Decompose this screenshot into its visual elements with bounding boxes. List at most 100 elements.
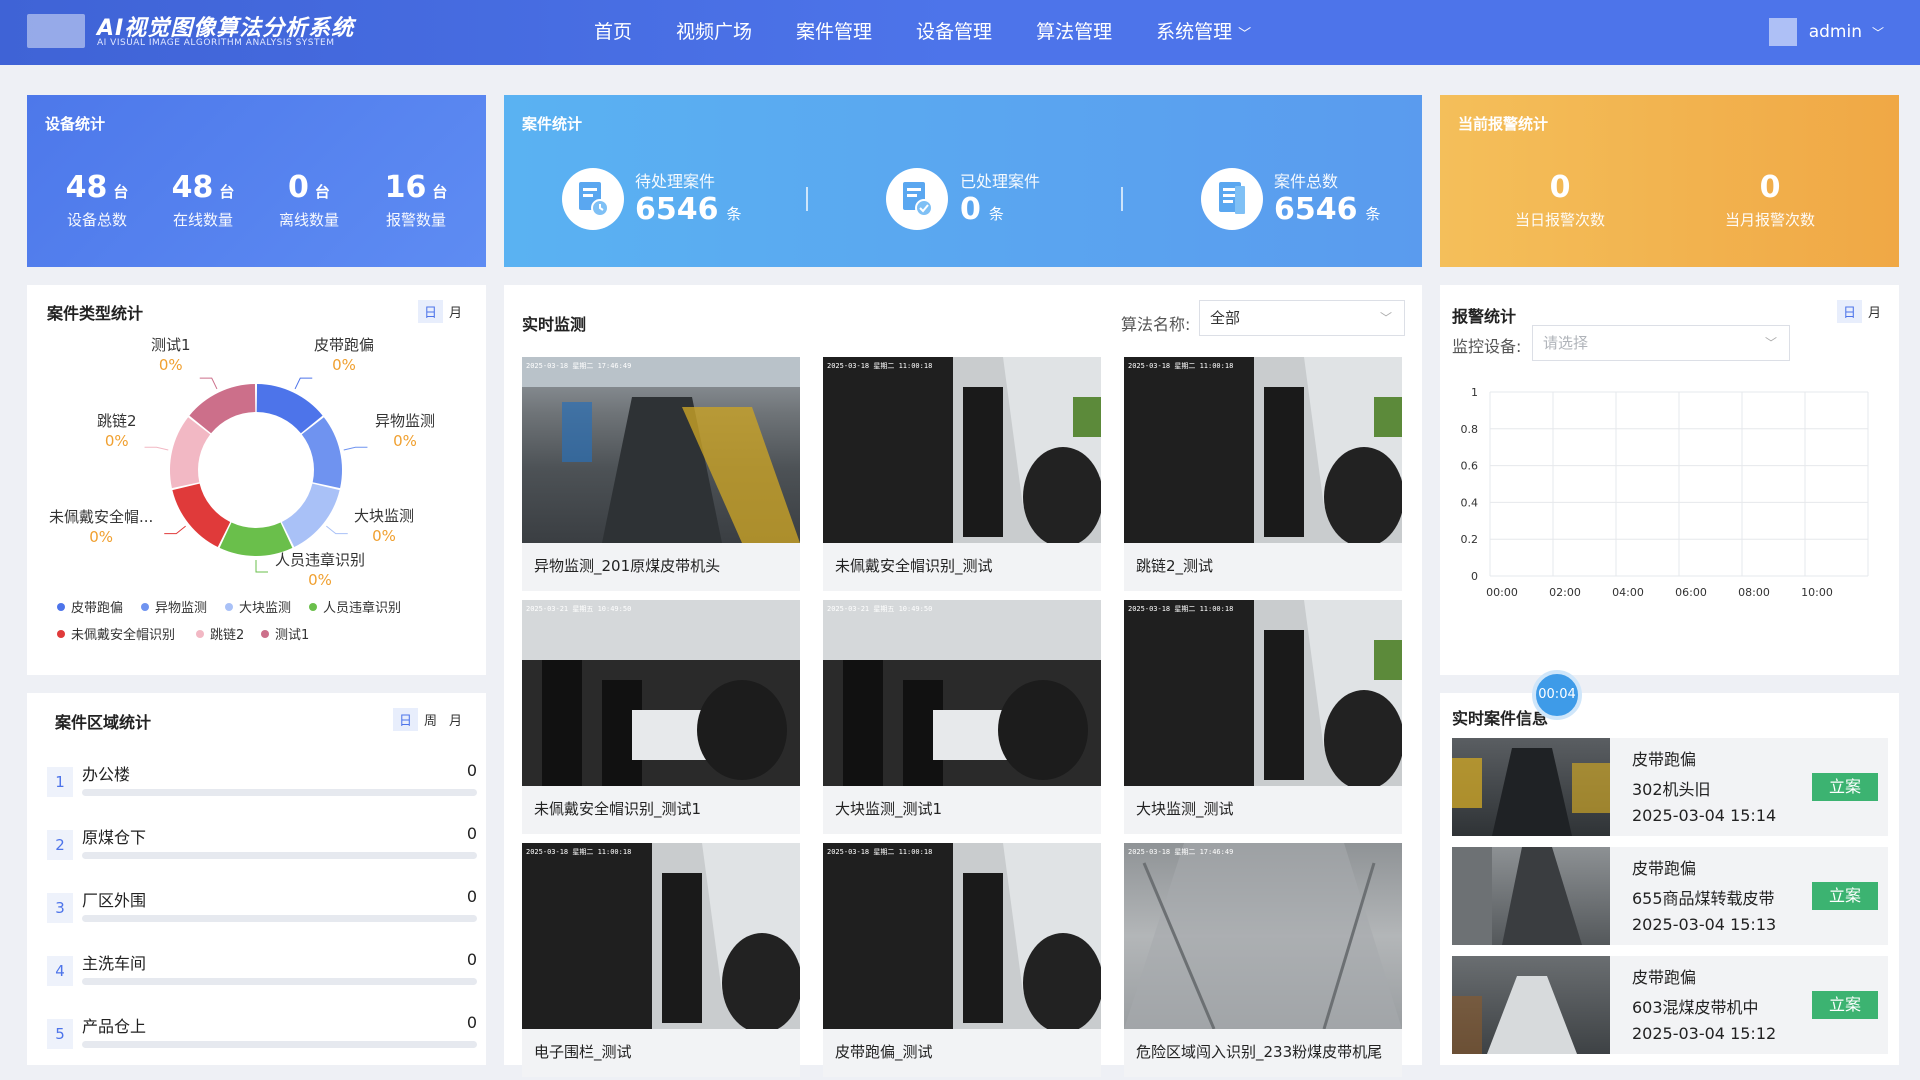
toggle-month[interactable]: 月	[443, 300, 468, 323]
legend-chunk[interactable]: 大块监测	[225, 597, 291, 616]
donut-slice[interactable]	[281, 483, 340, 548]
camera-timestamp: 2025-03-18 星期二 11:00:18	[827, 848, 933, 856]
legend-test[interactable]: 测试1	[261, 624, 309, 643]
camera-tile[interactable]: 2025-03-18 星期二 17:46:49 异物监测_201原煤皮带机头	[522, 357, 800, 591]
stat-label: 报警数量	[385, 211, 446, 229]
toggle-month[interactable]: 月	[443, 708, 468, 731]
camera-tile[interactable]: 2025-03-18 星期二 11:00:18 大块监测_测试	[1124, 600, 1402, 834]
toggle-day[interactable]: 日	[392, 708, 418, 731]
area-bar	[82, 1041, 477, 1048]
stat-offline-devices: 0台 离线数量	[269, 170, 349, 230]
area-row: 4 主洗车间 0	[47, 946, 477, 990]
stat-unit: 条	[726, 205, 742, 223]
area-value: 0	[466, 887, 477, 906]
nav-system-management[interactable]: 系统管理 ﹀	[1156, 0, 1251, 65]
label-percent: 0%	[104, 432, 129, 450]
legend-label: 测试1	[275, 628, 310, 643]
avatar	[1768, 18, 1797, 46]
alarm-current-title: 当前报警统计	[1458, 115, 1549, 133]
stat-unit: 台	[113, 183, 129, 201]
legend-chain[interactable]: 跳链2	[196, 624, 244, 643]
legend-foreign[interactable]: 异物监测	[141, 597, 207, 616]
camera-timestamp: 2025-03-18 星期二 11:00:18	[1128, 362, 1234, 370]
camera-tile[interactable]: 2025-03-18 星期二 11:00:18 皮带跑偏_测试	[823, 843, 1101, 1077]
stat-value: 0	[1759, 170, 1781, 205]
top-navbar: AI视觉图像算法分析系统 AI VISUAL IMAGE ALGORITHM A…	[0, 0, 1920, 65]
y-tick-label: 0.8	[1461, 423, 1479, 436]
divider	[806, 187, 808, 211]
camera-caption: 跳链2_测试	[1136, 557, 1214, 575]
y-tick-label: 1	[1471, 386, 1478, 399]
camera-feed-office: 2025-03-21 星期五 10:49:50	[823, 600, 1101, 786]
donut-slice[interactable]	[301, 417, 343, 489]
office-scene-graphic	[953, 357, 1101, 543]
alarm-current-card: 当前报警统计 0 当日报警次数 0 当月报警次数	[1440, 95, 1899, 267]
legend-helmet[interactable]: 未佩戴安全帽识别	[57, 624, 175, 643]
legend-label: 皮带跑偏	[71, 601, 124, 616]
donut-leader-line	[164, 525, 186, 535]
case-location: 302机头旧	[1632, 780, 1711, 799]
x-tick-label: 10:00	[1801, 586, 1833, 599]
donut-label-chunk: 大块监测 0%	[354, 506, 414, 546]
camera-caption: 异物监测_201原煤皮带机头	[534, 557, 721, 575]
alarm-stats-title: 报警统计	[1452, 307, 1517, 326]
label-percent: 0%	[372, 527, 396, 545]
camera-caption: 危险区域闯入识别_233粉煤皮带机尾	[1136, 1043, 1383, 1061]
stat-monthly-alarms: 0 当月报警次数	[1710, 170, 1830, 230]
nav-home[interactable]: 首页	[594, 0, 632, 65]
donut-slice[interactable]	[172, 483, 231, 548]
case-type: 皮带跑偏	[1632, 750, 1697, 769]
total-case-icon	[1201, 168, 1263, 230]
label-name: 人员违章识别	[275, 551, 366, 569]
camera-timestamp: 2025-03-21 星期五 10:49:50	[827, 605, 933, 613]
case-thumbnail[interactable]	[1452, 956, 1610, 1054]
stat-label: 案件总数	[1274, 172, 1339, 191]
chevron-down-icon: ﹀	[1379, 311, 1392, 325]
camera-tile[interactable]: 2025-03-18 星期二 17:46:49 危险区域闯入识别_233粉煤皮带…	[1124, 843, 1402, 1077]
camera-tile[interactable]: 2025-03-21 星期五 10:49:50 大块监测_测试1	[823, 600, 1101, 834]
processed-case-stat: 已处理案件 0条	[960, 168, 1040, 227]
toggle-day[interactable]: 日	[417, 300, 443, 323]
donut-leader-line	[144, 446, 169, 451]
case-thumbnail[interactable]	[1452, 847, 1610, 945]
user-menu[interactable]: admin ﹀	[1768, 18, 1884, 46]
area-bar	[82, 789, 477, 796]
camera-caption: 未佩戴安全帽识别_测试1	[534, 800, 702, 818]
nav-video-square[interactable]: 视频广场	[676, 0, 752, 65]
stat-value: 48	[65, 170, 108, 205]
legend-belt[interactable]: 皮带跑偏	[57, 597, 123, 616]
camera-tile[interactable]: 2025-03-21 星期五 10:49:50 未佩戴安全帽识别_测试1	[522, 600, 800, 834]
stat-alarm-devices: 16 台 报警数量	[376, 170, 456, 230]
toggle-day[interactable]: 日	[1836, 300, 1862, 323]
toggle-week[interactable]: 周	[418, 708, 443, 731]
nav-device-management[interactable]: 设备管理	[916, 0, 992, 65]
foggy-scene-graphic	[1124, 843, 1402, 1029]
case-type: 皮带跑偏	[1632, 859, 1697, 878]
belt-scene-graphic	[1452, 976, 1577, 1054]
nav-case-management[interactable]: 案件管理	[796, 0, 872, 65]
donut-leader-line	[199, 377, 218, 390]
camera-tile[interactable]: 2025-03-18 星期二 11:00:18 未佩戴安全帽识别_测试	[823, 357, 1101, 591]
camera-caption: 大块监测_测试1	[835, 800, 943, 818]
belt-scene-graphic	[1452, 748, 1610, 836]
y-tick-label: 0.2	[1461, 533, 1479, 546]
algo-select[interactable]: 全部 ﹀	[1199, 300, 1405, 336]
donut-slice[interactable]	[170, 417, 211, 489]
toggle-month[interactable]: 月	[1862, 300, 1887, 323]
case-stats-card: 案件统计 待处理案件 6546 条 已处理案件 0条 案件总数 6546 条	[504, 95, 1422, 267]
camera-timestamp: 2025-03-18 星期二 11:00:18	[827, 362, 933, 370]
file-case-button[interactable]: 立案	[1812, 773, 1878, 801]
donut-label-chain: 跳链2 0%	[97, 411, 137, 451]
case-thumbnail[interactable]	[1452, 738, 1610, 836]
nav-algorithm-management[interactable]: 算法管理	[1036, 0, 1112, 65]
legend-dot	[225, 602, 233, 611]
camera-tile[interactable]: 2025-03-18 星期二 11:00:18 跳链2_测试	[1124, 357, 1402, 591]
legend-label: 未佩戴安全帽识别	[71, 628, 176, 643]
office-scene-graphic	[652, 843, 800, 1029]
camera-caption: 大块监测_测试	[1136, 800, 1234, 818]
camera-tile[interactable]: 2025-03-18 星期二 11:00:18 电子围栏_测试	[522, 843, 800, 1077]
device-select[interactable]: 请选择 ﹀	[1532, 325, 1790, 361]
file-case-button[interactable]: 立案	[1812, 882, 1878, 910]
legend-violation[interactable]: 人员违章识别	[309, 597, 401, 616]
file-case-button[interactable]: 立案	[1812, 991, 1878, 1019]
